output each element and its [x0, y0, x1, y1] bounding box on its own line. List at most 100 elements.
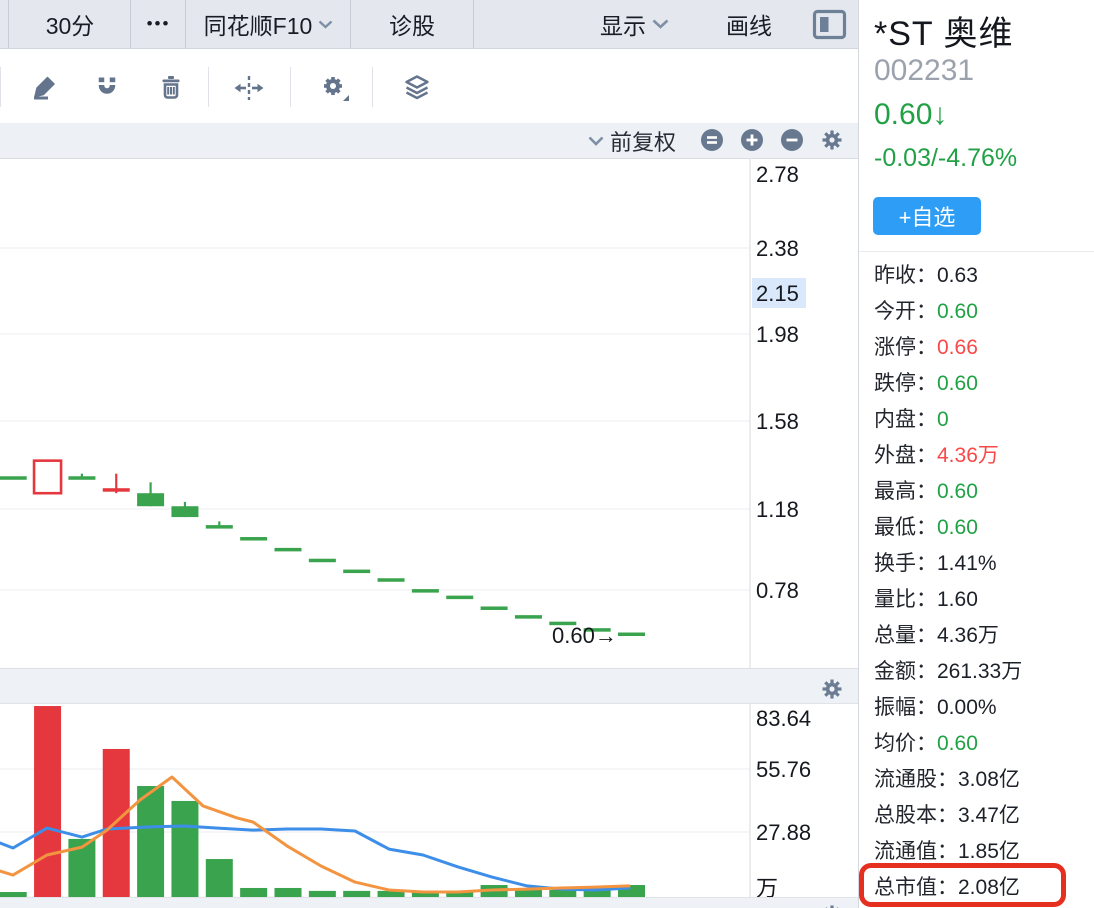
stat-label: 换手：	[874, 552, 937, 575]
stat-label: 量比：	[874, 588, 937, 611]
svg-text:1.58: 1.58	[756, 409, 799, 434]
stat-label: 外盘：	[874, 444, 937, 467]
split-adjust-icon[interactable]	[234, 73, 264, 103]
stat-row: 换手：1.41%	[874, 546, 1090, 582]
display-menu-button[interactable]: 显示	[600, 0, 669, 48]
stat-value: 0.60	[937, 372, 978, 395]
zoom-reset-button[interactable]	[700, 128, 724, 152]
stat-label: 昨收：	[874, 264, 937, 287]
stat-label: 内盘：	[874, 408, 937, 431]
svg-text:1.18: 1.18	[756, 497, 799, 522]
stat-value: 0.00%	[937, 696, 997, 719]
zoom-out-button[interactable]	[780, 128, 804, 152]
settings-gear-icon[interactable]	[320, 73, 350, 103]
panel-layout-toggle-icon[interactable]	[812, 9, 847, 40]
chevron-down-icon	[319, 20, 333, 29]
stat-value: 1.41%	[937, 552, 997, 575]
divider	[290, 67, 291, 107]
stats-list: 昨收：0.63 今开：0.60 涨停：0.66 跌停：0.60 内盘：0 外盘：4.36万…	[874, 258, 1090, 906]
stat-value: 0.60	[937, 516, 978, 539]
stat-value: 2.08亿	[958, 876, 1020, 899]
stat-value: 1.60	[937, 588, 978, 611]
main-chart-header: 前复权	[0, 123, 858, 159]
stock-name: *ST 奥维	[874, 15, 1014, 53]
stat-label: 金额：	[874, 660, 937, 683]
gear-caret	[343, 95, 349, 101]
stat-label: 流通股：	[874, 768, 958, 791]
price-change: -0.03/-4.76%	[874, 144, 1018, 172]
candlestick-chart-canvas[interactable]: 2.78 2.38 2.15 1.98 1.58 1.18 0.78 0.60→	[0, 158, 858, 668]
chevron-down-icon	[588, 136, 604, 146]
last-price-label: 0.60→	[552, 623, 617, 648]
stat-label: 今开：	[874, 300, 937, 323]
zoom-in-button[interactable]	[740, 128, 764, 152]
stat-value: 1.85亿	[958, 840, 1020, 863]
chevron-down-icon	[652, 19, 669, 29]
stat-row: 振幅：0.00%	[874, 690, 1090, 726]
tab-period-30min[interactable]: 30分	[8, 0, 131, 48]
stat-row: 均价：0.60	[874, 726, 1090, 762]
stat-label: 最低：	[874, 516, 937, 539]
stat-row: 最高：0.60	[874, 474, 1090, 510]
svg-text:1.98: 1.98	[756, 322, 799, 347]
drawing-toolbar	[0, 49, 858, 123]
tab-period-30min-label: 30分	[45, 13, 95, 39]
stat-value: 0.60	[937, 300, 978, 323]
current-price: 0.60↓	[874, 98, 947, 132]
quote-panel: *ST 奥维 002231 0.60↓ -0.03/-4.76% +自选 昨收：…	[858, 0, 1094, 908]
stat-label: 总量：	[874, 624, 937, 647]
stat-label: 总股本：	[874, 804, 958, 827]
display-menu-label: 显示	[600, 13, 646, 39]
draw-pencil-icon[interactable]	[29, 73, 59, 103]
price-adjust-label: 前复权	[610, 129, 677, 155]
add-to-watchlist-label: +自选	[898, 205, 956, 230]
svg-text:27.88: 27.88	[756, 820, 811, 845]
stat-value: 4.36万	[937, 444, 999, 467]
stock-app-window: 30分 ••• 同花顺F10 诊股 显示 画线 前复权 2.78 2.38 2.…	[0, 0, 1094, 908]
stat-value: 4.36万	[937, 624, 999, 647]
stat-row: 最低：0.60	[874, 510, 1090, 546]
svg-text:万: 万	[756, 876, 778, 897]
add-to-watchlist-button[interactable]: +自选	[873, 197, 981, 235]
more-periods-button[interactable]: •••	[130, 0, 186, 48]
stat-label: 最高：	[874, 480, 937, 503]
svg-text:55.76: 55.76	[756, 757, 811, 782]
magnet-snap-icon[interactable]	[92, 73, 122, 103]
stat-value: 0.60	[937, 480, 978, 503]
stat-label: 总市值：	[874, 876, 958, 899]
diagnose-stock-button[interactable]: 诊股	[350, 0, 474, 48]
ths-f10-button[interactable]: 同花顺F10	[185, 0, 351, 48]
stat-value: 0.60	[937, 732, 978, 755]
pane-divider-strip	[0, 668, 858, 704]
stat-value: 0	[937, 408, 949, 431]
divider	[372, 67, 373, 107]
stat-label: 涨停：	[874, 336, 937, 359]
stat-label: 均价：	[874, 732, 937, 755]
volume-settings-gear-icon[interactable]	[820, 677, 844, 701]
ths-f10-label: 同花顺F10	[203, 13, 313, 39]
stat-label: 流通值：	[874, 840, 958, 863]
svg-text:2.15: 2.15	[756, 281, 799, 306]
delete-trash-icon[interactable]	[156, 73, 186, 103]
top-toolbar: 30分 ••• 同花顺F10 诊股 显示 画线	[0, 0, 858, 49]
stat-value: 0.63	[937, 264, 978, 287]
draw-line-button[interactable]: 画线	[726, 0, 772, 48]
stat-value: 261.33万	[937, 660, 1023, 683]
svg-text:2.78: 2.78	[756, 162, 799, 187]
price-adjust-dropdown[interactable]: 前复权	[588, 123, 676, 158]
volume-chart-canvas[interactable]: 83.64 55.76 27.88 万	[0, 704, 858, 897]
stat-row: 总市值：2.08亿	[874, 870, 1090, 906]
layers-icon[interactable]	[402, 73, 432, 103]
stat-row: 总股本：3.47亿	[874, 798, 1090, 834]
svg-text:2.38: 2.38	[756, 236, 799, 261]
price-down-arrow-icon: ↓	[932, 98, 948, 131]
svg-text:0.78: 0.78	[756, 578, 799, 603]
chart-settings-gear-icon[interactable]	[820, 128, 844, 152]
stat-row: 昨收：0.63	[874, 258, 1090, 294]
stat-row: 流通股：3.08亿	[874, 762, 1090, 798]
draw-line-label: 画线	[726, 13, 772, 39]
stat-label: 振幅：	[874, 696, 937, 719]
bottom-pane-strip	[0, 897, 858, 908]
svg-text:83.64: 83.64	[756, 706, 811, 731]
next-pane-gear-icon[interactable]	[820, 903, 844, 908]
